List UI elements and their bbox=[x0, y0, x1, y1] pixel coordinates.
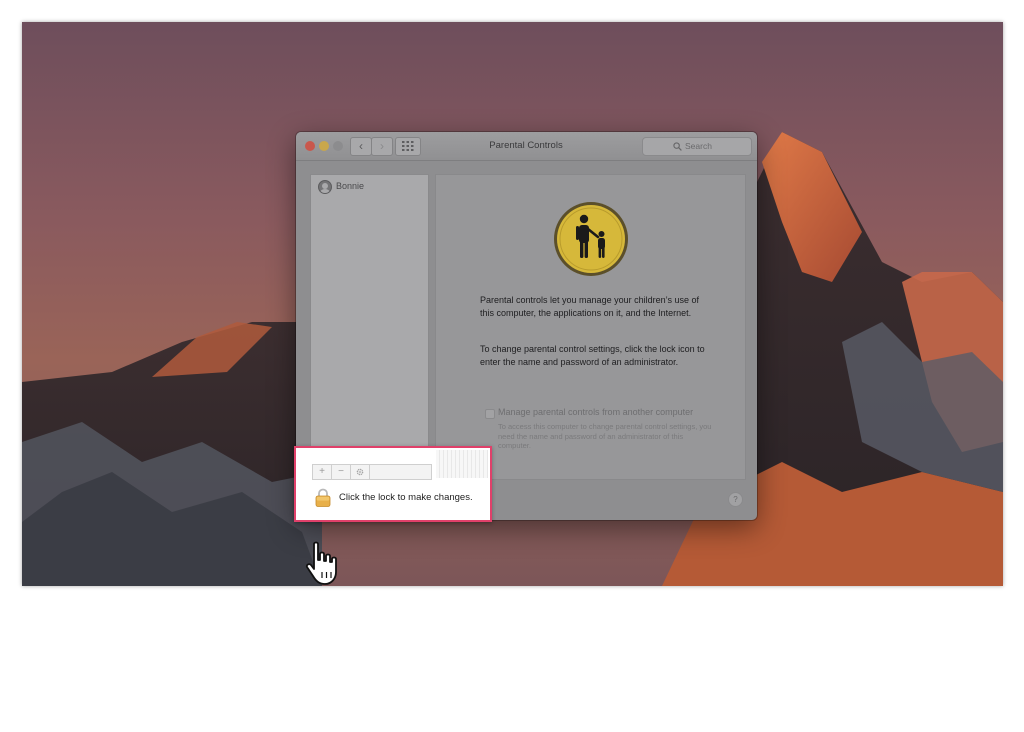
user-name: Bonnie bbox=[336, 181, 365, 191]
grid-icon bbox=[402, 141, 414, 151]
remove-user-button-highlighted[interactable]: − bbox=[332, 465, 351, 479]
magnifier-icon bbox=[673, 142, 682, 151]
search-field[interactable]: Search bbox=[642, 137, 752, 156]
chevron-right-icon: › bbox=[380, 139, 384, 153]
remote-management-note: To access this computer to change parent… bbox=[498, 422, 712, 450]
help-button[interactable]: ? bbox=[728, 492, 743, 507]
search-placeholder: Search bbox=[685, 141, 712, 151]
remote-management-label: Manage parental controls from another co… bbox=[498, 407, 694, 417]
gear-icon bbox=[356, 468, 364, 476]
user-list: Bonnie bbox=[310, 174, 429, 466]
highlight-background-stripes bbox=[436, 450, 488, 478]
chevron-left-icon: ‹ bbox=[359, 139, 363, 153]
show-all-button[interactable] bbox=[395, 137, 421, 156]
remote-management-checkbox[interactable] bbox=[485, 409, 495, 419]
minimize-window-button[interactable] bbox=[319, 141, 329, 151]
back-button[interactable]: ‹ bbox=[350, 137, 372, 156]
forward-button[interactable]: › bbox=[371, 137, 393, 156]
hand-pointer-icon bbox=[305, 541, 337, 585]
padlock-icon[interactable] bbox=[315, 488, 331, 507]
user-actions-button-highlighted[interactable] bbox=[351, 465, 370, 479]
screenshot-frame: ‹ › Parental Controls Search Bonnie Pare… bbox=[22, 22, 1003, 586]
close-window-button[interactable] bbox=[305, 141, 315, 151]
zoom-window-button[interactable] bbox=[333, 141, 343, 151]
user-avatar-icon bbox=[318, 180, 332, 194]
add-user-button-highlighted[interactable]: + bbox=[313, 465, 332, 479]
lock-instructions-text: To change parental control settings, cli… bbox=[480, 344, 705, 367]
lock-highlight-callout: + − Click the lock to make changes. bbox=[294, 446, 492, 522]
main-pane: Parental controls let you manage your ch… bbox=[435, 174, 746, 480]
lock-label: Click the lock to make changes. bbox=[339, 492, 473, 503]
parent-child-icon bbox=[554, 202, 628, 276]
window-title: Parental Controls bbox=[489, 140, 563, 151]
highlighted-user-list-toolbar: + − bbox=[312, 464, 432, 480]
window-titlebar: ‹ › Parental Controls Search bbox=[296, 132, 757, 161]
intro-text: Parental controls let you manage your ch… bbox=[480, 295, 699, 318]
